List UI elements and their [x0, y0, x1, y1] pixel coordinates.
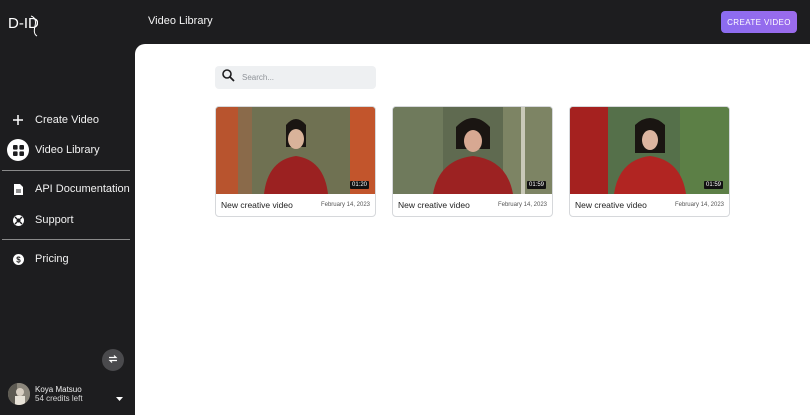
video-duration: 01:59	[526, 181, 546, 189]
create-video-button[interactable]: CREATE VIDEO	[721, 11, 797, 33]
swap-arrows-icon	[108, 351, 118, 369]
video-duration: 01:20	[349, 181, 369, 189]
user-menu[interactable]: Koya Matsuo 54 credits left	[8, 382, 133, 406]
search-input[interactable]	[240, 72, 364, 83]
search-bar[interactable]	[215, 66, 376, 89]
dollar-icon: $	[7, 248, 29, 270]
video-date: February 14, 2023	[320, 202, 370, 208]
sidebar-item-create-video[interactable]: Create Video	[0, 106, 135, 134]
sidebar-item-label: Video Library	[35, 144, 100, 156]
chevron-down-icon[interactable]	[116, 389, 123, 407]
video-date: February 14, 2023	[674, 202, 724, 208]
video-title: New creative video	[575, 200, 647, 210]
video-thumbnail[interactable]: 01:59	[393, 107, 552, 194]
page-title: Video Library	[148, 15, 213, 27]
sidebar-item-label: API Documentation	[35, 183, 130, 195]
sidebar: D-ID Create Video Video Library API Docu…	[0, 0, 135, 415]
sidebar-divider	[2, 239, 130, 240]
video-title: New creative video	[221, 200, 293, 210]
sidebar-divider	[2, 170, 130, 171]
video-thumbnail[interactable]: 01:20	[216, 107, 375, 194]
sidebar-item-support[interactable]: Support	[0, 206, 135, 234]
sidebar-item-pricing[interactable]: $ Pricing	[0, 245, 135, 273]
grid-icon	[7, 139, 29, 161]
video-card[interactable]: 01:20 New creative video February 14, 20…	[215, 106, 376, 217]
sidebar-item-video-library[interactable]: Video Library	[0, 136, 135, 164]
user-name: Koya Matsuo	[35, 385, 82, 394]
video-card[interactable]: 01:59 New creative video February 14, 20…	[392, 106, 553, 217]
sidebar-item-label: Create Video	[35, 114, 100, 126]
d-id-logo[interactable]: D-ID	[8, 12, 39, 38]
video-card[interactable]: 01:59 New creative video February 14, 20…	[569, 106, 730, 217]
document-icon	[7, 178, 29, 200]
sidebar-item-label: Support	[35, 214, 74, 226]
main-content: 01:20 New creative video February 14, 20…	[135, 44, 810, 415]
sidebar-item-label: Pricing	[35, 253, 69, 265]
search-icon	[215, 68, 235, 87]
video-thumbnail[interactable]: 01:59	[570, 107, 729, 194]
lifebuoy-icon	[7, 209, 29, 231]
user-info: Koya Matsuo 54 credits left	[35, 385, 83, 403]
video-title: New creative video	[398, 200, 470, 210]
svg-text:$: $	[16, 255, 21, 264]
plus-icon	[7, 109, 29, 131]
credits-remaining: 54 credits left	[35, 394, 83, 403]
avatar	[8, 383, 30, 405]
video-duration: 01:59	[703, 181, 723, 189]
switch-account-button[interactable]	[102, 349, 124, 371]
video-date: February 14, 2023	[497, 202, 547, 208]
sidebar-item-api-documentation[interactable]: API Documentation	[0, 175, 135, 203]
